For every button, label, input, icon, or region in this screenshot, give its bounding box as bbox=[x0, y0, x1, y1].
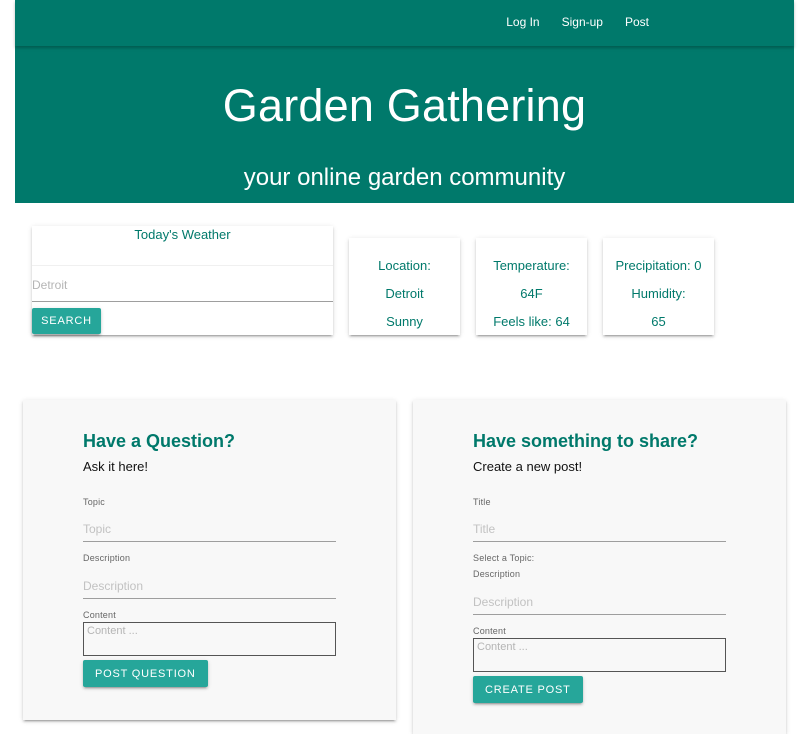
temperature-label: Temperature: bbox=[493, 258, 570, 273]
create-post-button[interactable]: CREATE POST bbox=[473, 676, 583, 703]
weather-search-button[interactable]: SEARCH bbox=[32, 308, 101, 334]
post-content-textarea[interactable] bbox=[473, 638, 726, 672]
question-description-input[interactable] bbox=[83, 573, 336, 599]
precipitation-value: Precipitation: 0 bbox=[615, 258, 702, 273]
post-question-button[interactable]: POST QUESTION bbox=[83, 660, 208, 687]
weather-condition: Sunny bbox=[386, 314, 423, 329]
title-label: Title bbox=[473, 497, 491, 507]
nav-signup-link[interactable]: Sign-up bbox=[551, 15, 614, 29]
location-label: Location: bbox=[378, 258, 431, 273]
question-form-subheading: Ask it here! bbox=[83, 459, 149, 474]
content-label: Content bbox=[83, 610, 116, 620]
post-description-input[interactable] bbox=[473, 589, 726, 615]
feels-like-value: Feels like: 64 bbox=[493, 314, 570, 329]
nav-links: Log In Sign-up Post bbox=[495, 15, 660, 29]
post-form-card: Have something to share? Create a new po… bbox=[413, 400, 786, 734]
question-topic-input[interactable] bbox=[83, 516, 336, 542]
hero-banner: Garden Gathering your online garden comm… bbox=[15, 46, 794, 203]
temperature-card: Temperature: 64F Feels like: 64 bbox=[476, 238, 587, 335]
description-label: Description bbox=[83, 553, 131, 563]
question-form-card: Have a Question? Ask it here! Topic Desc… bbox=[23, 400, 396, 720]
city-search-input[interactable] bbox=[32, 268, 333, 302]
weather-search-card: Today's Weather SEARCH bbox=[32, 226, 333, 335]
nav-post-link[interactable]: Post bbox=[614, 15, 660, 29]
humidity-label: Humidity: bbox=[631, 286, 686, 301]
post-description-label: Description bbox=[473, 569, 521, 579]
precipitation-humidity-card: Precipitation: 0 Humidity: 65 bbox=[603, 238, 714, 335]
humidity-value: 65 bbox=[651, 314, 666, 329]
post-form-subheading: Create a new post! bbox=[473, 459, 583, 474]
question-content-textarea[interactable] bbox=[83, 622, 336, 656]
nav-login-link[interactable]: Log In bbox=[495, 15, 550, 29]
top-navbar: Log In Sign-up Post bbox=[15, 0, 794, 46]
weather-card-title: Today's Weather bbox=[32, 226, 333, 266]
site-title: Garden Gathering bbox=[222, 80, 587, 131]
location-value: Detroit bbox=[385, 286, 424, 301]
post-content-label: Content bbox=[473, 626, 506, 636]
topic-select-label: Select a Topic: bbox=[473, 553, 535, 563]
post-title-input[interactable] bbox=[473, 516, 726, 542]
question-form-heading: Have a Question? bbox=[83, 431, 236, 451]
topic-label: Topic bbox=[83, 497, 106, 507]
page: Log In Sign-up Post Garden Gathering you… bbox=[0, 0, 802, 734]
post-form-heading: Have something to share? bbox=[473, 431, 699, 451]
location-card: Location: Detroit Sunny bbox=[349, 238, 460, 335]
site-subtitle: your online garden community bbox=[243, 164, 566, 191]
temperature-value: 64F bbox=[520, 286, 543, 301]
